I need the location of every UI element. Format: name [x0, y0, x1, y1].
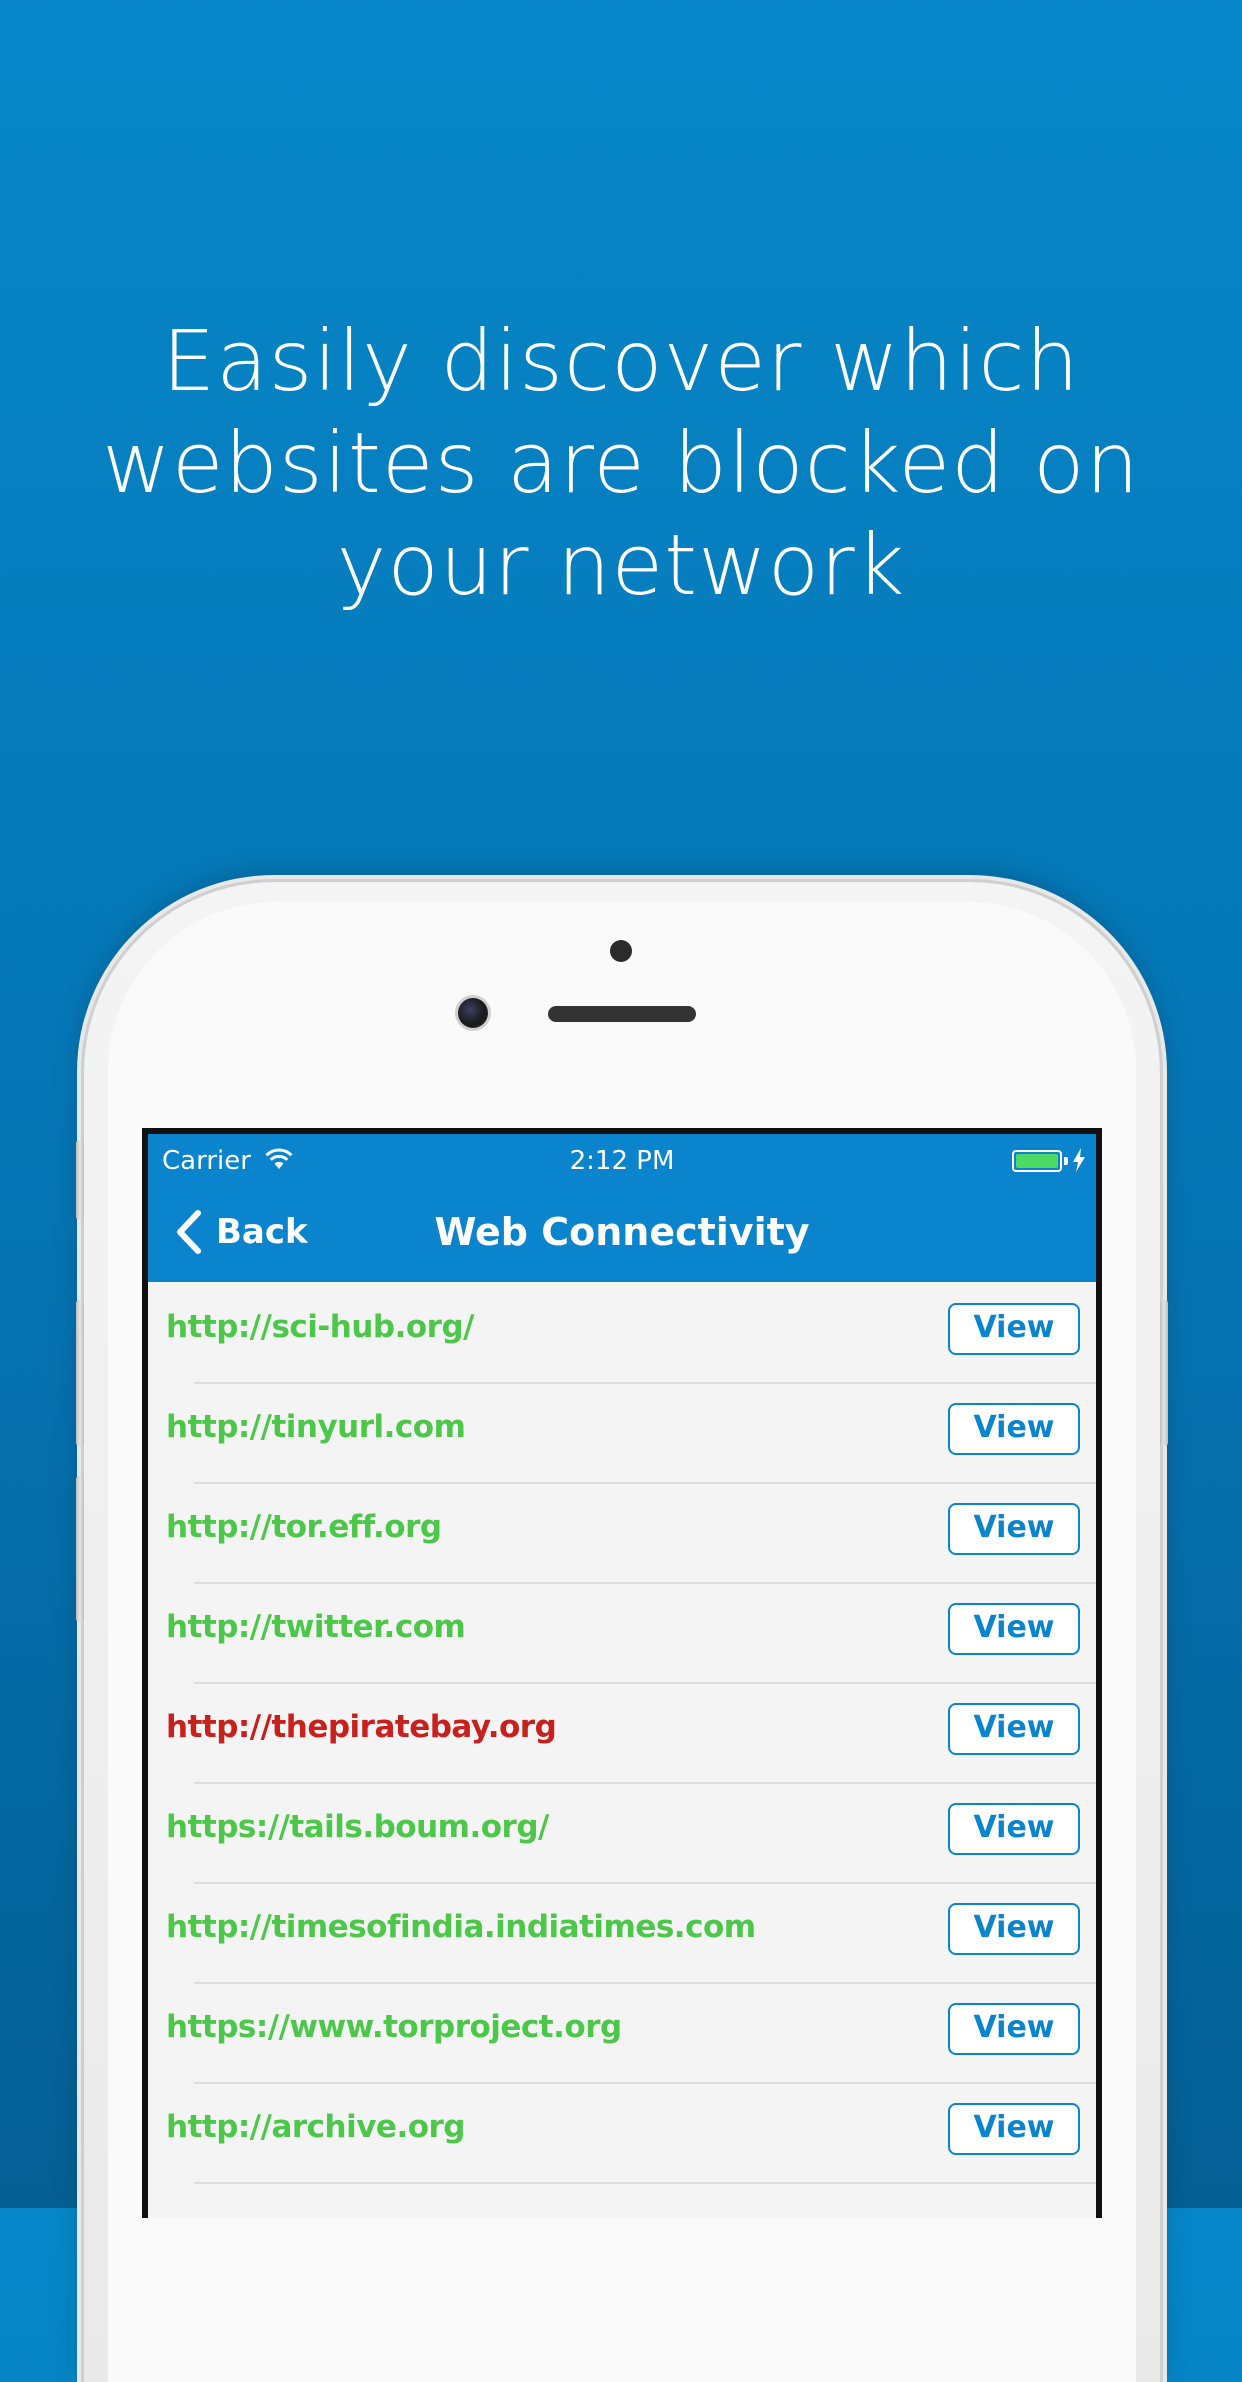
view-button[interactable]: View	[948, 1303, 1080, 1355]
website-url: http://thepiratebay.org	[166, 1709, 557, 1745]
list-item[interactable]: http://archive.org View	[148, 2082, 1096, 2184]
phone-power-button	[1160, 1300, 1168, 1446]
view-button[interactable]: View	[948, 2103, 1080, 2155]
row-divider	[194, 2182, 1096, 2184]
website-url: https://tails.boum.org/	[166, 1809, 549, 1845]
website-list: http://sci-hub.org/ View http://tinyurl.…	[148, 1282, 1096, 2184]
list-item[interactable]: http://sci-hub.org/ View	[148, 1282, 1096, 1384]
view-button[interactable]: View	[948, 1403, 1080, 1455]
app-header: Carrier 2:12 PM Back Web Connectivity	[148, 1134, 1096, 1282]
headline: Easily discover which websites are block…	[100, 310, 1142, 616]
view-button[interactable]: View	[948, 1703, 1080, 1755]
phone-mute-switch	[76, 1140, 84, 1220]
view-button[interactable]: View	[948, 1903, 1080, 1955]
website-url: https://www.torproject.org	[166, 2009, 622, 2045]
headline-line-3: your network	[336, 516, 906, 614]
front-camera	[458, 998, 488, 1028]
list-item[interactable]: http://timesofindia.indiatimes.com View	[148, 1882, 1096, 1984]
view-button[interactable]: View	[948, 2003, 1080, 2055]
headline-line-1: Easily discover which	[162, 312, 1080, 410]
phone-volume-up-button	[76, 1300, 84, 1446]
phone-screen: Carrier 2:12 PM Back Web Connectivity ht…	[142, 1128, 1102, 2218]
list-item[interactable]: https://www.torproject.org View	[148, 1982, 1096, 2084]
website-url: http://tinyurl.com	[166, 1409, 466, 1445]
view-button[interactable]: View	[948, 1803, 1080, 1855]
website-url: http://tor.eff.org	[166, 1509, 442, 1545]
website-url: http://sci-hub.org/	[166, 1309, 474, 1345]
list-item[interactable]: http://thepiratebay.org View	[148, 1682, 1096, 1784]
battery-icon	[1012, 1150, 1062, 1172]
navigation-bar: Back Web Connectivity	[148, 1190, 1096, 1274]
website-url: http://archive.org	[166, 2109, 466, 2145]
website-url: http://timesofindia.indiatimes.com	[166, 1909, 756, 1945]
battery-tip	[1064, 1157, 1068, 1165]
app-display: Carrier 2:12 PM Back Web Connectivity ht…	[148, 1134, 1096, 2218]
list-item[interactable]: http://twitter.com View	[148, 1582, 1096, 1684]
view-button[interactable]: View	[948, 1603, 1080, 1655]
proximity-sensor	[610, 940, 632, 962]
page-title: Web Connectivity	[434, 1210, 810, 1254]
list-item[interactable]: https://tails.boum.org/ View	[148, 1782, 1096, 1884]
charging-bolt-icon	[1073, 1148, 1085, 1172]
view-button[interactable]: View	[948, 1503, 1080, 1555]
headline-line-2: websites are blocked on	[102, 414, 1140, 512]
battery-level	[1016, 1154, 1058, 1168]
list-item[interactable]: http://tor.eff.org View	[148, 1482, 1096, 1584]
earpiece-speaker	[548, 1006, 696, 1022]
status-bar: Carrier 2:12 PM	[148, 1134, 1096, 1184]
list-item[interactable]: http://tinyurl.com View	[148, 1382, 1096, 1484]
website-url: http://twitter.com	[166, 1609, 466, 1645]
phone-volume-down-button	[76, 1476, 84, 1622]
status-time: 2:12 PM	[569, 1146, 675, 1176]
